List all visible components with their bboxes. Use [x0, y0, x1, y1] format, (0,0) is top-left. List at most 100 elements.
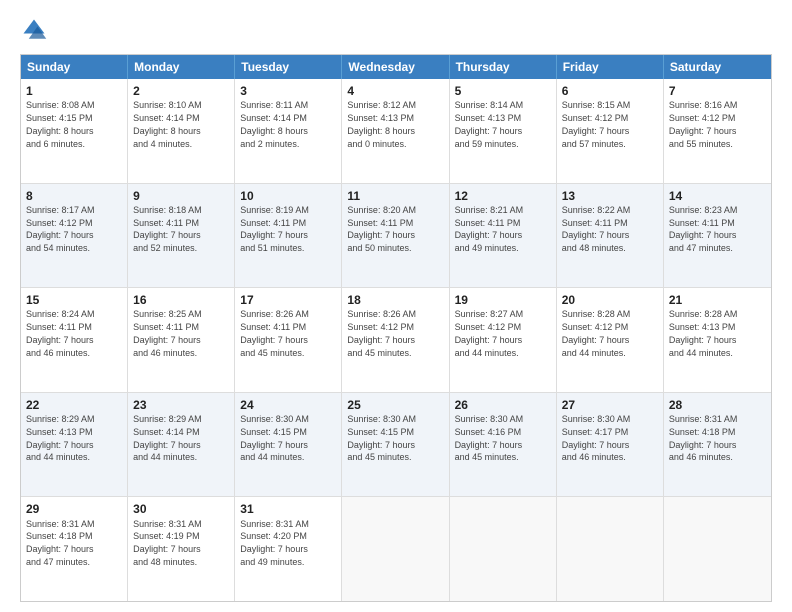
- calendar-empty-cell: [342, 497, 449, 601]
- day-number: 23: [133, 397, 229, 413]
- day-info: Sunrise: 8:31 AMSunset: 4:18 PMDaylight:…: [669, 414, 738, 462]
- day-number: 8: [26, 188, 122, 204]
- calendar-day-3: 3Sunrise: 8:11 AMSunset: 4:14 PMDaylight…: [235, 79, 342, 183]
- header-day-sunday: Sunday: [21, 55, 128, 79]
- day-info: Sunrise: 8:31 AMSunset: 4:18 PMDaylight:…: [26, 519, 95, 567]
- calendar-day-17: 17Sunrise: 8:26 AMSunset: 4:11 PMDayligh…: [235, 288, 342, 392]
- calendar-day-2: 2Sunrise: 8:10 AMSunset: 4:14 PMDaylight…: [128, 79, 235, 183]
- day-number: 16: [133, 292, 229, 308]
- day-number: 29: [26, 501, 122, 517]
- day-number: 30: [133, 501, 229, 517]
- day-info: Sunrise: 8:26 AMSunset: 4:11 PMDaylight:…: [240, 309, 309, 357]
- day-info: Sunrise: 8:08 AMSunset: 4:15 PMDaylight:…: [26, 100, 95, 148]
- calendar-day-10: 10Sunrise: 8:19 AMSunset: 4:11 PMDayligh…: [235, 184, 342, 288]
- calendar-day-26: 26Sunrise: 8:30 AMSunset: 4:16 PMDayligh…: [450, 393, 557, 497]
- day-info: Sunrise: 8:28 AMSunset: 4:13 PMDaylight:…: [669, 309, 738, 357]
- day-number: 26: [455, 397, 551, 413]
- day-info: Sunrise: 8:30 AMSunset: 4:15 PMDaylight:…: [240, 414, 309, 462]
- calendar-day-30: 30Sunrise: 8:31 AMSunset: 4:19 PMDayligh…: [128, 497, 235, 601]
- calendar-day-22: 22Sunrise: 8:29 AMSunset: 4:13 PMDayligh…: [21, 393, 128, 497]
- day-info: Sunrise: 8:15 AMSunset: 4:12 PMDaylight:…: [562, 100, 631, 148]
- day-info: Sunrise: 8:30 AMSunset: 4:16 PMDaylight:…: [455, 414, 524, 462]
- calendar-day-9: 9Sunrise: 8:18 AMSunset: 4:11 PMDaylight…: [128, 184, 235, 288]
- calendar-week-2: 8Sunrise: 8:17 AMSunset: 4:12 PMDaylight…: [21, 183, 771, 288]
- header-day-monday: Monday: [128, 55, 235, 79]
- day-number: 27: [562, 397, 658, 413]
- day-info: Sunrise: 8:26 AMSunset: 4:12 PMDaylight:…: [347, 309, 416, 357]
- calendar-body: 1Sunrise: 8:08 AMSunset: 4:15 PMDaylight…: [21, 79, 771, 601]
- day-info: Sunrise: 8:20 AMSunset: 4:11 PMDaylight:…: [347, 205, 416, 253]
- day-number: 13: [562, 188, 658, 204]
- day-number: 11: [347, 188, 443, 204]
- day-number: 4: [347, 83, 443, 99]
- day-info: Sunrise: 8:31 AMSunset: 4:20 PMDaylight:…: [240, 519, 309, 567]
- calendar-day-29: 29 Sunrise: 8:31 AMSunset: 4:18 PMDayligh…: [21, 497, 128, 601]
- calendar-day-27: 27Sunrise: 8:30 AMSunset: 4:17 PMDayligh…: [557, 393, 664, 497]
- day-info: Sunrise: 8:17 AMSunset: 4:12 PMDaylight:…: [26, 205, 95, 253]
- day-number: 24: [240, 397, 336, 413]
- calendar-day-5: 5Sunrise: 8:14 AMSunset: 4:13 PMDaylight…: [450, 79, 557, 183]
- day-info: Sunrise: 8:10 AMSunset: 4:14 PMDaylight:…: [133, 100, 202, 148]
- calendar-week-1: 1Sunrise: 8:08 AMSunset: 4:15 PMDaylight…: [21, 79, 771, 183]
- day-info: Sunrise: 8:12 AMSunset: 4:13 PMDaylight:…: [347, 100, 416, 148]
- day-number: 15: [26, 292, 122, 308]
- day-info: Sunrise: 8:30 AMSunset: 4:15 PMDaylight:…: [347, 414, 416, 462]
- day-number: 25: [347, 397, 443, 413]
- day-info: Sunrise: 8:16 AMSunset: 4:12 PMDaylight:…: [669, 100, 738, 148]
- day-info: Sunrise: 8:28 AMSunset: 4:12 PMDaylight:…: [562, 309, 631, 357]
- day-info: Sunrise: 8:11 AMSunset: 4:14 PMDaylight:…: [240, 100, 308, 148]
- calendar-day-4: 4Sunrise: 8:12 AMSunset: 4:13 PMDaylight…: [342, 79, 449, 183]
- header-day-saturday: Saturday: [664, 55, 771, 79]
- header-day-friday: Friday: [557, 55, 664, 79]
- calendar-day-28: 28Sunrise: 8:31 AMSunset: 4:18 PMDayligh…: [664, 393, 771, 497]
- day-number: 18: [347, 292, 443, 308]
- header-day-thursday: Thursday: [450, 55, 557, 79]
- calendar-day-18: 18Sunrise: 8:26 AMSunset: 4:12 PMDayligh…: [342, 288, 449, 392]
- calendar-week-3: 15Sunrise: 8:24 AMSunset: 4:11 PMDayligh…: [21, 287, 771, 392]
- day-number: 31: [240, 501, 336, 517]
- day-number: 12: [455, 188, 551, 204]
- day-info: Sunrise: 8:18 AMSunset: 4:11 PMDaylight:…: [133, 205, 202, 253]
- day-info: Sunrise: 8:27 AMSunset: 4:12 PMDaylight:…: [455, 309, 524, 357]
- calendar-day-1: 1Sunrise: 8:08 AMSunset: 4:15 PMDaylight…: [21, 79, 128, 183]
- header: [20, 16, 772, 44]
- calendar-day-8: 8Sunrise: 8:17 AMSunset: 4:12 PMDaylight…: [21, 184, 128, 288]
- calendar-day-14: 14Sunrise: 8:23 AMSunset: 4:11 PMDayligh…: [664, 184, 771, 288]
- day-number: 19: [455, 292, 551, 308]
- calendar-day-11: 11Sunrise: 8:20 AMSunset: 4:11 PMDayligh…: [342, 184, 449, 288]
- day-number: 5: [455, 83, 551, 99]
- calendar-day-12: 12Sunrise: 8:21 AMSunset: 4:11 PMDayligh…: [450, 184, 557, 288]
- calendar-empty-cell: [664, 497, 771, 601]
- calendar-week-4: 22Sunrise: 8:29 AMSunset: 4:13 PMDayligh…: [21, 392, 771, 497]
- day-info: Sunrise: 8:19 AMSunset: 4:11 PMDaylight:…: [240, 205, 309, 253]
- day-info: Sunrise: 8:29 AMSunset: 4:13 PMDaylight:…: [26, 414, 95, 462]
- day-number: 6: [562, 83, 658, 99]
- calendar-day-6: 6Sunrise: 8:15 AMSunset: 4:12 PMDaylight…: [557, 79, 664, 183]
- header-day-wednesday: Wednesday: [342, 55, 449, 79]
- day-info: Sunrise: 8:21 AMSunset: 4:11 PMDaylight:…: [455, 205, 524, 253]
- day-number: 10: [240, 188, 336, 204]
- day-number: 3: [240, 83, 336, 99]
- day-info: Sunrise: 8:30 AMSunset: 4:17 PMDaylight:…: [562, 414, 631, 462]
- calendar-day-7: 7Sunrise: 8:16 AMSunset: 4:12 PMDaylight…: [664, 79, 771, 183]
- calendar-day-24: 24Sunrise: 8:30 AMSunset: 4:15 PMDayligh…: [235, 393, 342, 497]
- calendar-day-25: 25Sunrise: 8:30 AMSunset: 4:15 PMDayligh…: [342, 393, 449, 497]
- day-info: Sunrise: 8:24 AMSunset: 4:11 PMDaylight:…: [26, 309, 95, 357]
- calendar-day-20: 20Sunrise: 8:28 AMSunset: 4:12 PMDayligh…: [557, 288, 664, 392]
- logo: [20, 16, 52, 44]
- day-number: 7: [669, 83, 766, 99]
- day-number: 28: [669, 397, 766, 413]
- day-info: Sunrise: 8:29 AMSunset: 4:14 PMDaylight:…: [133, 414, 202, 462]
- day-number: 1: [26, 83, 122, 99]
- calendar-week-5: 29 Sunrise: 8:31 AMSunset: 4:18 PMDayligh…: [21, 496, 771, 601]
- page: SundayMondayTuesdayWednesdayThursdayFrid…: [0, 0, 792, 612]
- day-number: 14: [669, 188, 766, 204]
- day-info: Sunrise: 8:22 AMSunset: 4:11 PMDaylight:…: [562, 205, 631, 253]
- day-number: 22: [26, 397, 122, 413]
- day-info: Sunrise: 8:14 AMSunset: 4:13 PMDaylight:…: [455, 100, 524, 148]
- calendar-day-16: 16Sunrise: 8:25 AMSunset: 4:11 PMDayligh…: [128, 288, 235, 392]
- day-info: Sunrise: 8:23 AMSunset: 4:11 PMDaylight:…: [669, 205, 738, 253]
- calendar-day-19: 19Sunrise: 8:27 AMSunset: 4:12 PMDayligh…: [450, 288, 557, 392]
- calendar-day-23: 23Sunrise: 8:29 AMSunset: 4:14 PMDayligh…: [128, 393, 235, 497]
- calendar-empty-cell: [450, 497, 557, 601]
